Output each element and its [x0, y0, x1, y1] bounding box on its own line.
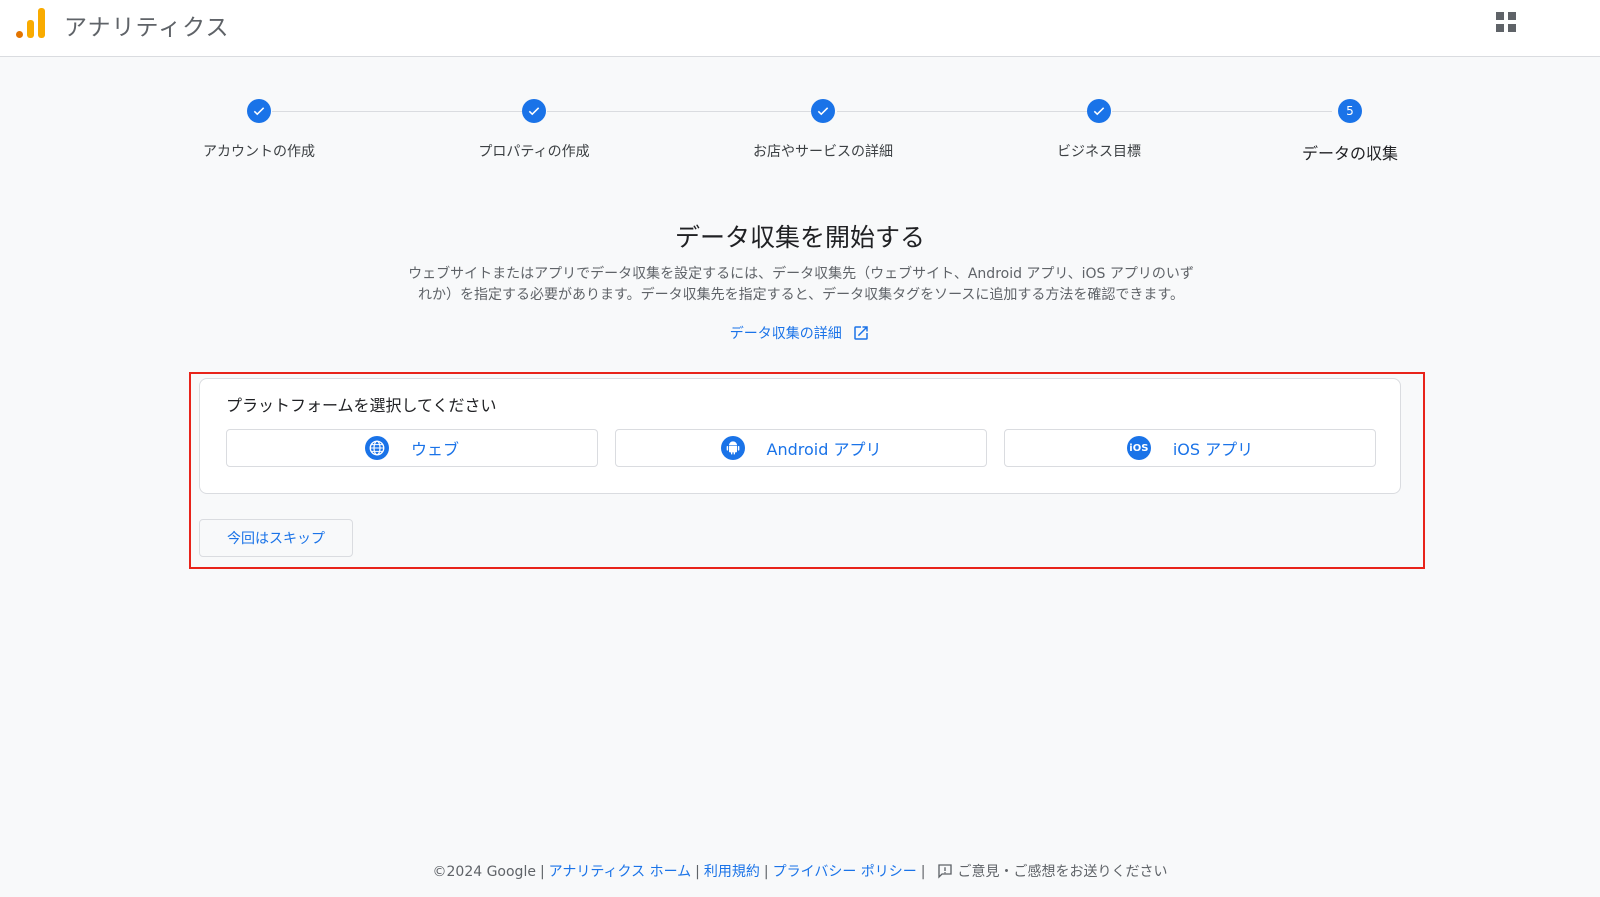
ios-icon: iOS [1126, 436, 1151, 460]
platform-prompt: プラットフォームを選択してください [226, 396, 497, 415]
footer-feedback-link[interactable]: ご意見・ご感想をお送りください [958, 864, 1168, 880]
app-title: アナリティクス [64, 15, 230, 41]
step-label-data-collection: データの収集 [1301, 144, 1399, 163]
setup-stepper: 5 アカウントの作成 プロパティの作成 お店やサービスの詳細 ビジネス目標 デー… [0, 96, 1600, 176]
step-2-check-icon [522, 99, 546, 123]
globe-icon [364, 436, 389, 460]
step-connector [1112, 111, 1332, 112]
learn-more-link[interactable]: データ収集の詳細 [0, 323, 1600, 343]
footer-terms-link[interactable]: 利用規約 [704, 864, 760, 880]
learn-more-label[interactable]: データ収集の詳細 [730, 326, 842, 342]
step-1-check-icon [247, 99, 271, 123]
android-platform-label: Android アプリ [766, 440, 882, 459]
android-platform-button[interactable]: Android アプリ [615, 429, 987, 467]
footer: ©2024 Google | アナリティクス ホーム | 利用規約 | プライバシー ポリシ… [432, 862, 1168, 880]
apps-grid-icon[interactable] [1496, 12, 1518, 34]
step-connector [272, 111, 532, 112]
footer-analytics-home-link[interactable]: アナリティクス ホーム [549, 864, 692, 880]
description-line-2: れか）を指定する必要があります。データ収集先を指定すると、データ収集タグをソース… [418, 287, 1184, 303]
step-connector [837, 111, 1097, 112]
footer-copyright: ©2024 Google [432, 864, 536, 880]
step-5-number: 5 [1338, 99, 1362, 123]
feedback-icon[interactable] [936, 862, 954, 880]
step-4-check-icon [1087, 99, 1111, 123]
step-label-create-account: アカウントの作成 [203, 144, 315, 160]
footer-privacy-link[interactable]: プライバシー ポリシー [773, 864, 917, 880]
platform-selection-card: プラットフォームを選択してください ウェブ Android アプリ iOS iO… [199, 378, 1401, 494]
ios-platform-button[interactable]: iOS iOS アプリ [1004, 429, 1376, 467]
step-connector [547, 111, 811, 112]
open-in-new-icon [854, 326, 868, 340]
page-title: データ収集を開始する [674, 223, 925, 252]
description-line-1: ウェブサイトまたはアプリでデータ収集を設定するには、データ収集先（ウェブサイト、… [408, 266, 1194, 282]
ios-platform-label: iOS アプリ [1172, 440, 1254, 459]
top-app-bar: アナリティクス [0, 0, 1600, 57]
android-icon [720, 436, 745, 460]
step-label-business-objectives: ビジネス目標 [1057, 144, 1141, 160]
description: ウェブサイトまたはアプリでデータ収集を設定するには、データ収集先（ウェブサイト、… [376, 264, 1226, 306]
step-label-create-property: プロパティの作成 [478, 144, 590, 160]
analytics-logo-icon[interactable] [16, 8, 46, 38]
web-platform-button[interactable]: ウェブ [226, 429, 598, 467]
skip-button[interactable]: 今回はスキップ [199, 519, 353, 557]
web-platform-label: ウェブ [410, 440, 459, 459]
step-label-business-details: お店やサービスの詳細 [753, 144, 893, 160]
step-3-check-icon [811, 99, 835, 123]
